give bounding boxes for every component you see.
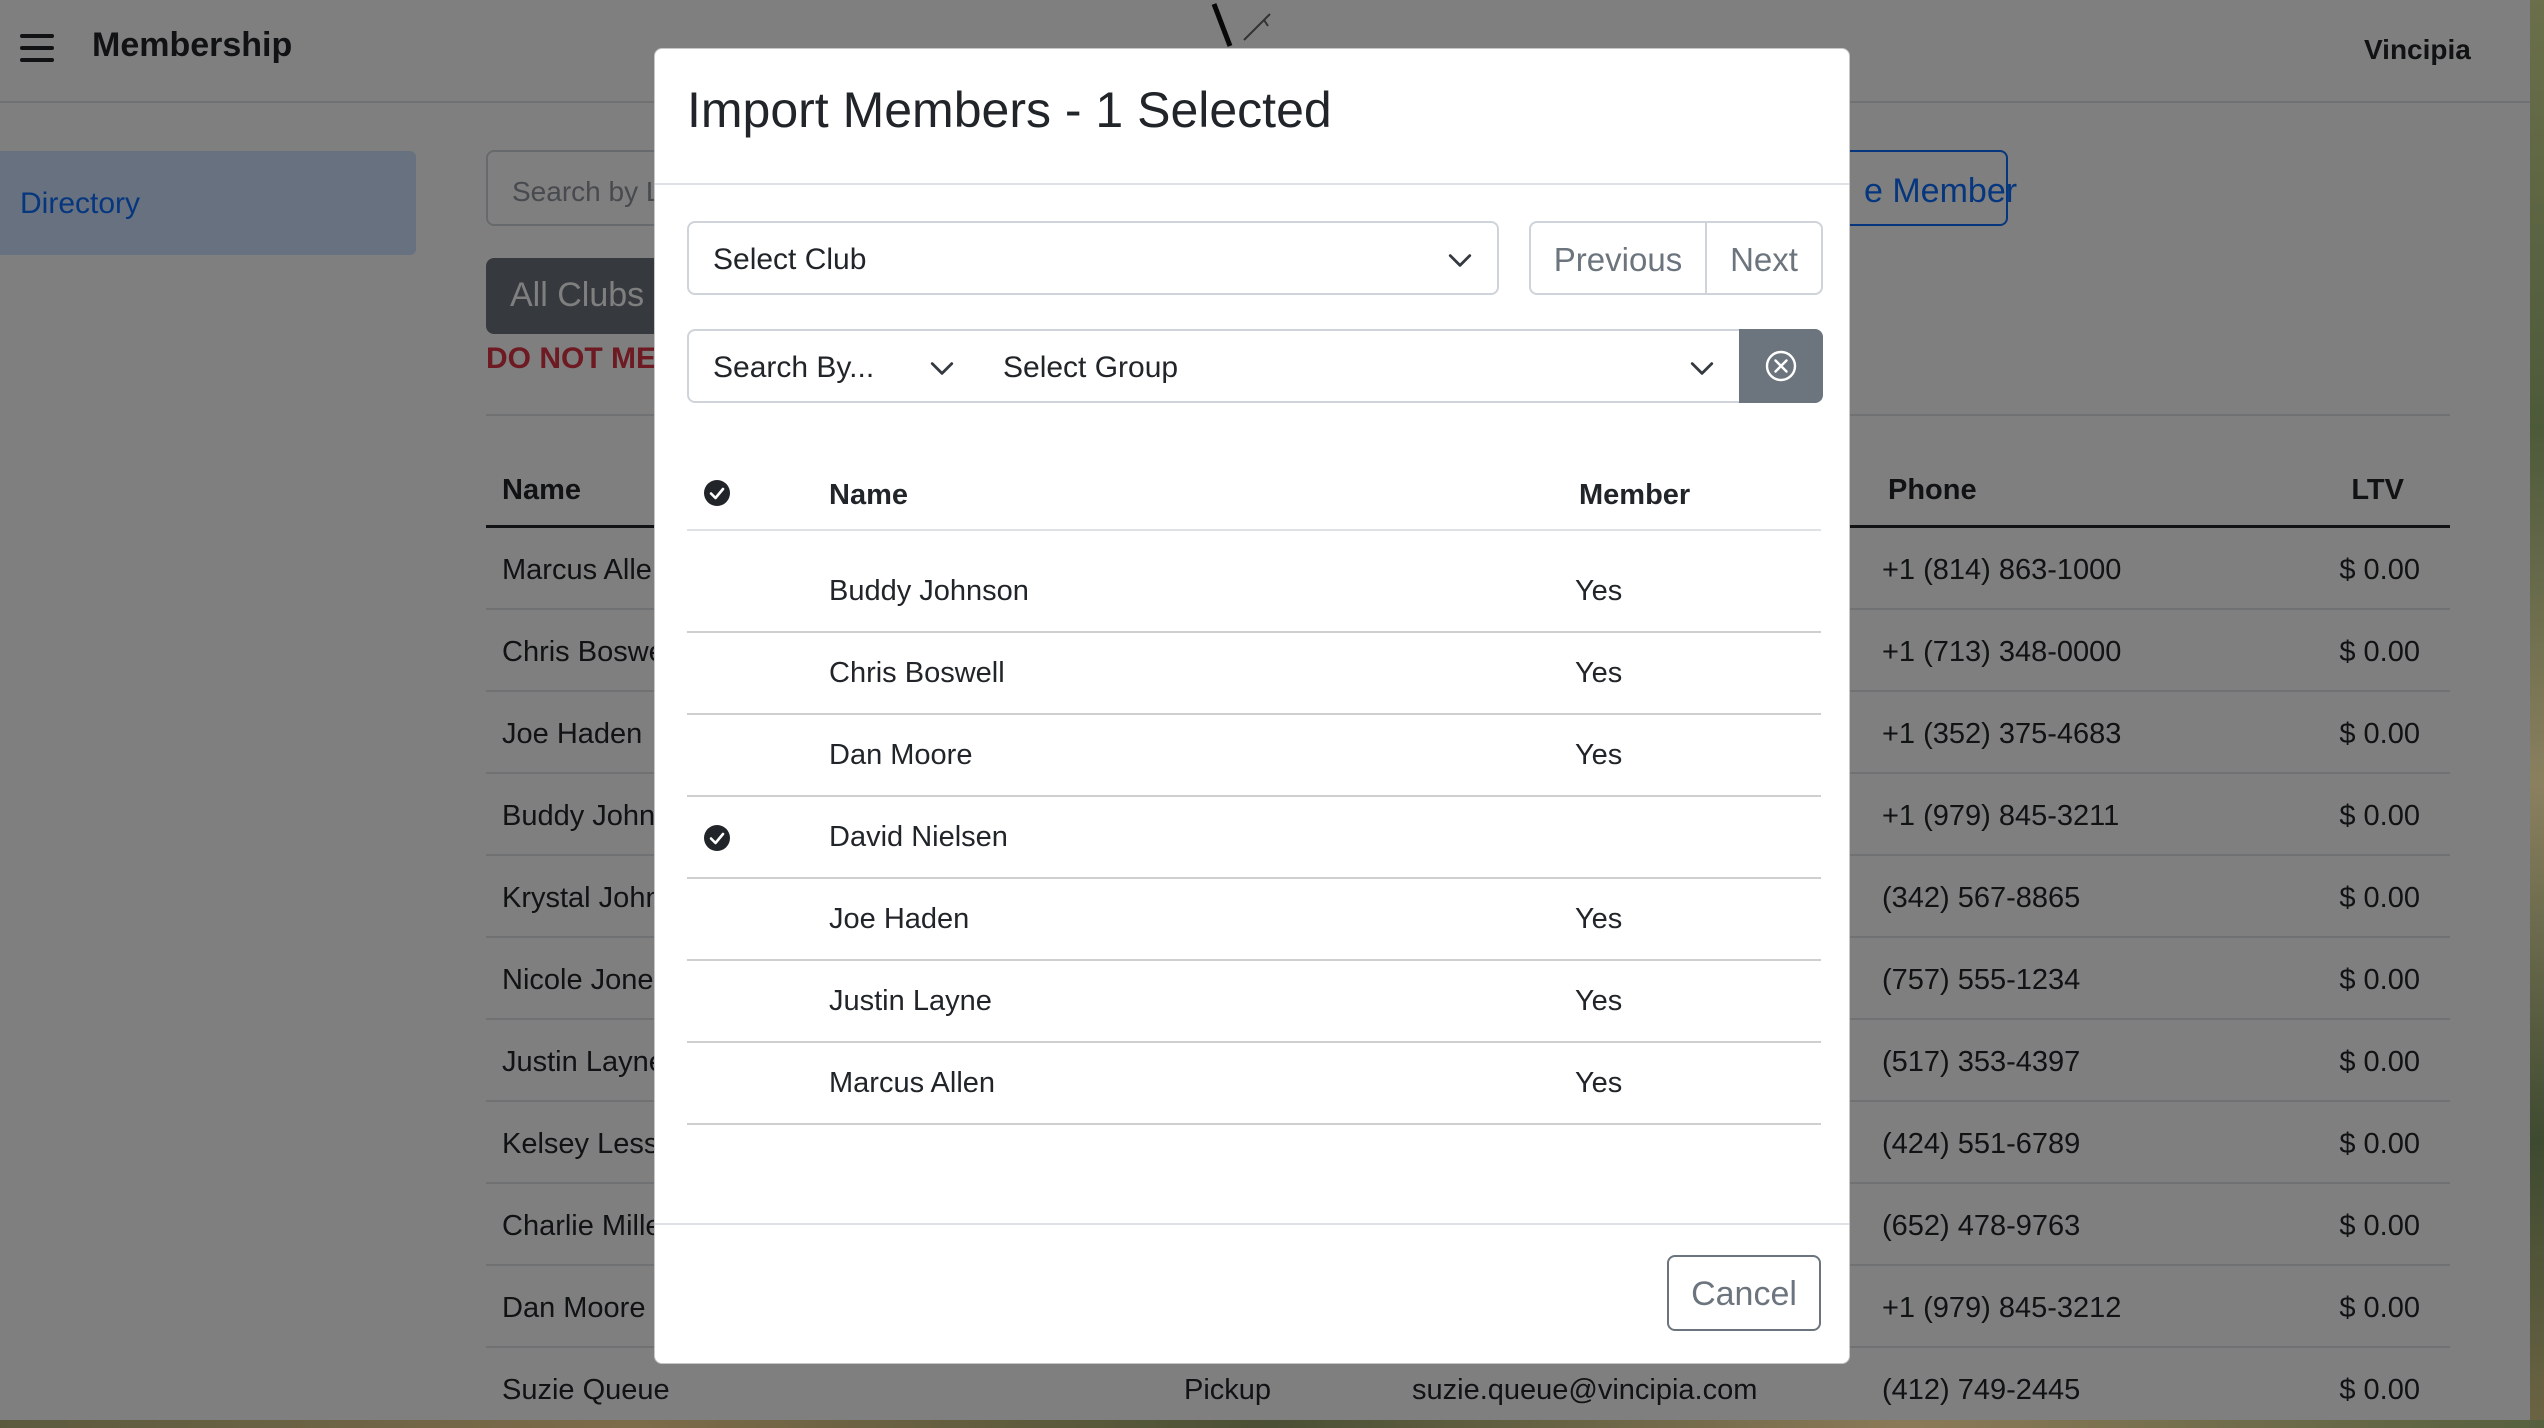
table-row[interactable]: Joe Haden Yes [687,879,1821,961]
row-name: Justin Layne [829,985,992,1017]
background-desktop-edge [2530,0,2544,1428]
clear-filter-button[interactable] [1739,329,1823,403]
circle-x-icon [1765,350,1797,382]
cancel-button[interactable]: Cancel [1667,1255,1821,1331]
next-button[interactable]: Next [1707,223,1821,293]
chevron-down-icon [1448,254,1472,267]
table-row[interactable]: Buddy Johnson Yes [687,551,1821,633]
row-name: Joe Haden [829,903,970,935]
app-root: Membership Vincipia Directory Search by … [0,0,2544,1428]
divider [655,183,1849,185]
select-all-check-icon[interactable] [703,479,731,507]
column-header-name: Name [829,479,908,511]
search-by-value: Search By... [713,351,875,384]
table-header: Name Member [687,441,1821,531]
table-row[interactable]: David Nielsen [687,797,1821,879]
row-name: Dan Moore [829,739,973,771]
table-row[interactable]: Justin Layne Yes [687,961,1821,1043]
search-by-select[interactable]: Search By... [687,329,981,403]
group-select[interactable]: Select Group [979,329,1741,403]
previous-button[interactable]: Previous [1531,223,1707,293]
group-select-value: Select Group [1003,351,1179,384]
row-name: Chris Boswell [829,657,1005,689]
row-member: Yes [1575,575,1623,607]
row-name: David Nielsen [829,821,1008,853]
row-member: Yes [1575,985,1623,1017]
chevron-down-icon [1690,362,1714,375]
row-member: Yes [1575,903,1623,935]
club-select-value: Select Club [713,243,867,276]
table-spacer [687,531,1821,551]
divider [655,1223,1849,1225]
row-member: Yes [1575,657,1623,689]
column-header-member: Member [1579,479,1691,511]
import-members-modal: Import Members - 1 Selected Select Club … [654,48,1850,1364]
chevron-down-icon [930,362,954,375]
row-member: Yes [1575,1067,1623,1099]
check-circle-icon[interactable] [703,824,731,852]
modal-title: Import Members - 1 Selected [687,82,1332,138]
row-name: Marcus Allen [829,1067,996,1099]
background-desktop-edge-bottom [0,1420,2544,1428]
members-import-table: Name Member Buddy Johnson Yes Chris Bosw… [687,441,1821,1125]
row-name: Buddy Johnson [829,575,1029,607]
pagination: Previous Next [1529,221,1823,295]
row-member: Yes [1575,739,1623,771]
club-select[interactable]: Select Club [687,221,1499,295]
table-row[interactable]: Dan Moore Yes [687,715,1821,797]
table-row[interactable]: Marcus Allen Yes [687,1043,1821,1125]
table-row[interactable]: Chris Boswell Yes [687,633,1821,715]
